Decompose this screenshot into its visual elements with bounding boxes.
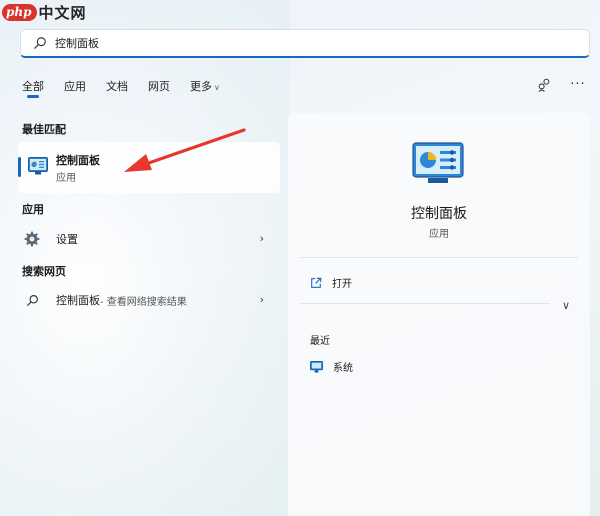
site-logo: php 中文网	[2, 2, 87, 23]
app-item-settings[interactable]: 设置 ›	[22, 228, 272, 250]
search-input[interactable]	[55, 36, 455, 50]
expand-chevron-icon[interactable]: ∨	[562, 299, 570, 312]
divider	[300, 303, 550, 304]
control-panel-icon	[412, 142, 464, 183]
detail-subtitle: 应用	[429, 229, 449, 240]
search-icon	[22, 292, 42, 308]
more-icon[interactable]: ···	[570, 76, 586, 92]
tab-apps-label: 应用	[64, 80, 86, 93]
best-match-subtitle: 应用	[56, 173, 76, 184]
chevron-down-icon: ∨	[214, 83, 220, 92]
tab-documents[interactable]: 文档	[106, 78, 128, 98]
open-action-label: 打开	[332, 279, 352, 290]
logo-php-badge: php	[2, 4, 37, 21]
tab-all[interactable]: 全部	[22, 78, 44, 98]
section-web-search: 搜索网页	[22, 265, 66, 278]
top-right-actions: ···	[536, 76, 586, 92]
recent-item-system-label: 系统	[333, 363, 353, 374]
search-icon	[34, 37, 46, 49]
gear-icon	[22, 231, 42, 247]
tab-more[interactable]: 更多 ∨	[190, 78, 220, 98]
web-search-hint: - 查看网络搜索结果	[100, 296, 187, 308]
tab-web[interactable]: 网页	[148, 78, 170, 98]
chevron-right-icon: ›	[259, 293, 264, 306]
tab-all-label: 全部	[22, 80, 44, 93]
web-search-query: 控制面板	[56, 294, 100, 307]
logo-site-name: 中文网	[38, 4, 87, 22]
app-item-settings-label: 设置	[56, 233, 78, 246]
tab-more-label: 更多	[190, 80, 212, 93]
selection-indicator	[18, 157, 21, 177]
recent-item-system[interactable]: 系统	[310, 359, 353, 374]
system-icon	[310, 360, 323, 373]
tab-web-label: 网页	[148, 80, 170, 93]
account-switch-icon[interactable]	[536, 76, 552, 92]
search-box[interactable]	[20, 29, 590, 58]
best-match-item[interactable]: 控制面板 应用	[18, 142, 280, 193]
tab-apps[interactable]: 应用	[64, 78, 86, 98]
section-best-match: 最佳匹配	[22, 123, 66, 136]
filter-tabs: 全部 应用 文档 网页 更多 ∨	[22, 78, 220, 98]
divider	[300, 257, 578, 258]
open-action[interactable]: 打开	[310, 275, 352, 290]
open-external-icon	[311, 277, 322, 288]
tab-documents-label: 文档	[106, 80, 128, 93]
detail-title: 控制面板	[411, 206, 467, 222]
chevron-right-icon: ›	[259, 232, 264, 245]
web-search-item[interactable]: 控制面板 - 查看网络搜索结果 ›	[22, 289, 272, 311]
recent-heading: 最近	[310, 336, 330, 347]
detail-panel: 控制面板 应用 打开 ∨ 最近 系统	[288, 113, 590, 516]
best-match-title: 控制面板	[56, 154, 100, 167]
section-apps: 应用	[22, 203, 44, 216]
control-panel-icon	[28, 157, 48, 175]
